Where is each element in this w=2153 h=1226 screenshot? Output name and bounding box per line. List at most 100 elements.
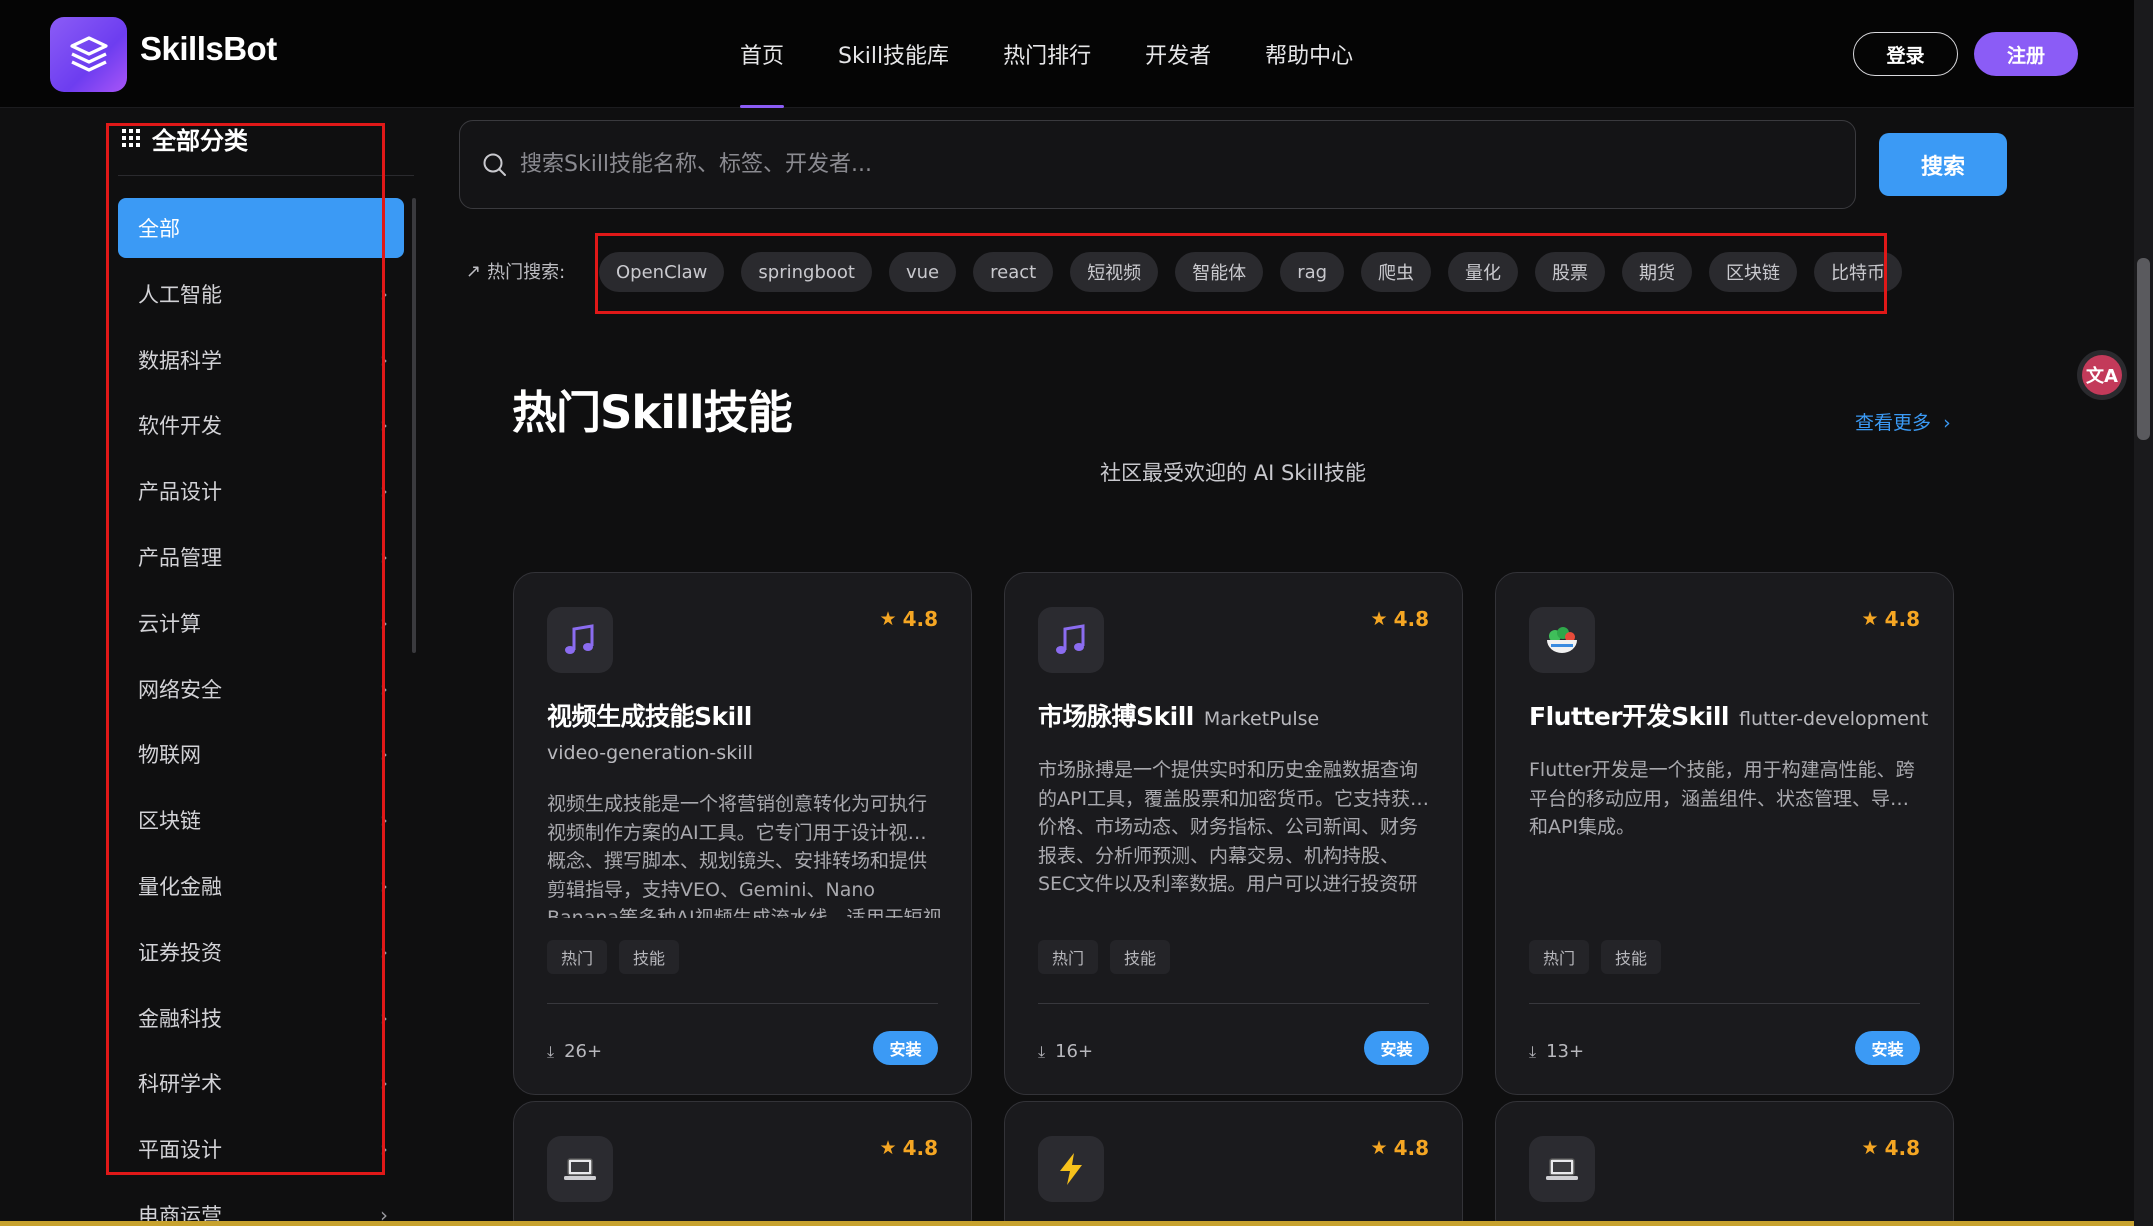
sidebar-item-blockchain[interactable]: 区块链 › [118, 790, 404, 850]
hot-tag[interactable]: 比特币 [1814, 252, 1903, 292]
hot-tag[interactable]: 区块链 [1709, 252, 1798, 292]
download-count-value: 26+ [564, 1041, 603, 1062]
download-count: ⤓ 16+ [1038, 1041, 1093, 1062]
sidebar-item-iot[interactable]: 物联网 › [118, 724, 404, 784]
skill-alias: MarketPulse [1203, 708, 1320, 730]
sidebar-item-graphic-design[interactable]: 平面设计 › [118, 1119, 404, 1179]
sidebar-item-all[interactable]: 全部 [118, 198, 404, 258]
badge: 热门 [547, 940, 608, 974]
install-button[interactable]: 安装 [1855, 1031, 1920, 1065]
skill-card[interactable]: ★ 4.8 市场脉搏Skill MarketPulse 市场脉搏是一个提供实时和历史… [1004, 572, 1463, 1095]
sidebar-item-cloud[interactable]: 云计算 › [118, 593, 404, 653]
hot-tag[interactable]: 短视频 [1070, 252, 1159, 292]
hot-tag[interactable]: 股票 [1535, 252, 1606, 292]
register-button[interactable]: 注册 [1974, 32, 2078, 76]
chevron-right-icon: › [380, 1137, 388, 1162]
rating-value: 4.8 [1884, 607, 1920, 631]
sidebar-item-research[interactable]: 科研学术 › [118, 1053, 404, 1113]
skill-card[interactable]: ★ 4.8 视频生成技能Skill video-generation-skill … [513, 572, 972, 1095]
lightning-icon [1038, 1136, 1104, 1202]
music-note-icon [547, 607, 613, 673]
skill-name-text: 市场脉搏Skill [1038, 702, 1194, 731]
skill-card[interactable]: ★ 4.8 [1495, 1101, 1954, 1226]
skill-name[interactable]: 视频生成技能Skill [547, 697, 752, 733]
search-button[interactable]: 搜索 [1879, 133, 2007, 196]
sidebar-item-label: 证券投资 [138, 940, 222, 965]
sidebar-item-ecommerce[interactable]: 电商运营 › [118, 1185, 404, 1226]
sidebar-item-label: 网络安全 [138, 677, 222, 702]
nav-item-skill-library[interactable]: Skill技能库 [838, 0, 949, 108]
sidebar-item-label: 物联网 [138, 743, 201, 768]
install-button[interactable]: 安装 [873, 1031, 938, 1065]
download-icon: ⤓ [1529, 1041, 1537, 1061]
rating-value: 4.8 [1393, 1136, 1429, 1160]
skill-card[interactable]: ★ 4.8 Flutter开发Skill flutter-development F… [1495, 572, 1954, 1095]
chevron-right-icon: › [1943, 412, 1951, 434]
skill-card[interactable]: ★ 4.8 [513, 1101, 972, 1226]
sidebar-item-security[interactable]: 网络安全 › [118, 659, 404, 719]
chevron-right-icon: › [380, 939, 388, 964]
sidebar-divider [118, 175, 414, 176]
sidebar-item-label: 平面设计 [138, 1138, 222, 1163]
hot-tag[interactable]: OpenClaw [599, 252, 725, 292]
salad-bowl-icon [1529, 607, 1595, 673]
sidebar-item-label: 数据科学 [138, 348, 222, 373]
rating: ★ 4.8 [1862, 607, 1920, 631]
sidebar-scrollbar[interactable] [412, 198, 416, 653]
sidebar-item-data-science[interactable]: 数据科学 › [118, 330, 404, 390]
page-scrollbar[interactable] [2134, 0, 2153, 1226]
skill-name[interactable]: 市场脉搏Skill MarketPulse [1038, 697, 1319, 733]
nav-item-home[interactable]: 首页 [740, 0, 785, 108]
skill-card[interactable]: ★ 4.8 [1004, 1101, 1463, 1226]
nav-item-developers[interactable]: 开发者 [1145, 0, 1211, 108]
rating: ★ 4.8 [1862, 1136, 1920, 1160]
translate-icon[interactable]: 文A [2082, 355, 2122, 395]
install-button[interactable]: 安装 [1364, 1031, 1429, 1065]
chevron-right-icon: › [380, 1005, 388, 1030]
sidebar-item-product-management[interactable]: 产品管理 › [118, 527, 404, 587]
badge: 技能 [619, 940, 680, 974]
skill-name[interactable]: Flutter开发Skill flutter-development [1529, 697, 1928, 733]
page-scrollbar-thumb[interactable] [2137, 258, 2150, 440]
rating-value: 4.8 [1393, 607, 1429, 631]
download-count: ⤓ 26+ [547, 1041, 602, 1062]
star-icon: ★ [879, 1137, 897, 1159]
badge: 技能 [1110, 940, 1171, 974]
hot-tag[interactable]: 爬虫 [1361, 252, 1432, 292]
hot-tag[interactable]: 智能体 [1175, 252, 1264, 292]
music-note-icon [1038, 607, 1104, 673]
hot-tag[interactable]: rag [1280, 252, 1345, 292]
logo-text[interactable]: SkillsBot [140, 30, 277, 68]
chevron-right-icon: › [380, 610, 388, 635]
skill-badges: 热门 技能 [1529, 940, 1673, 974]
star-icon: ★ [1861, 1137, 1879, 1159]
sidebar-item-software-dev[interactable]: 软件开发 › [118, 395, 404, 455]
sidebar-item-label: 软件开发 [138, 414, 222, 439]
hot-tag[interactable]: 期货 [1622, 252, 1693, 292]
badge: 热门 [1529, 940, 1590, 974]
chevron-right-icon: › [380, 873, 388, 898]
rating-value: 4.8 [902, 607, 938, 631]
sidebar-item-ai[interactable]: 人工智能 › [118, 264, 404, 324]
sidebar-item-label: 科研学术 [138, 1072, 222, 1097]
hot-tag[interactable]: vue [888, 252, 957, 292]
hot-search-tags: OpenClaw springboot vue react 短视频 智能体 ra… [599, 252, 1919, 292]
logo-icon[interactable] [50, 17, 127, 92]
nav-item-help-center[interactable]: 帮助中心 [1265, 0, 1353, 108]
view-more-link[interactable]: 查看更多 › [1855, 408, 1951, 435]
nav-item-hot-ranking[interactable]: 热门排行 [1003, 0, 1091, 108]
chevron-right-icon: › [380, 347, 388, 372]
download-count-value: 13+ [1546, 1041, 1585, 1062]
sidebar-item-label: 云计算 [138, 611, 201, 636]
hot-tag[interactable]: react [973, 252, 1054, 292]
sidebar-item-quant-finance[interactable]: 量化金融 › [118, 856, 404, 916]
sidebar-item-securities[interactable]: 证券投资 › [118, 922, 404, 982]
search-bar[interactable] [459, 120, 1856, 209]
search-input[interactable] [520, 152, 1820, 177]
login-button[interactable]: 登录 [1853, 32, 1958, 76]
sidebar-item-fintech[interactable]: 金融科技 › [118, 988, 404, 1048]
star-icon: ★ [879, 608, 897, 630]
hot-tag[interactable]: 量化 [1448, 252, 1519, 292]
hot-tag[interactable]: springboot [741, 252, 872, 292]
skill-slug: video-generation-skill [547, 742, 754, 764]
